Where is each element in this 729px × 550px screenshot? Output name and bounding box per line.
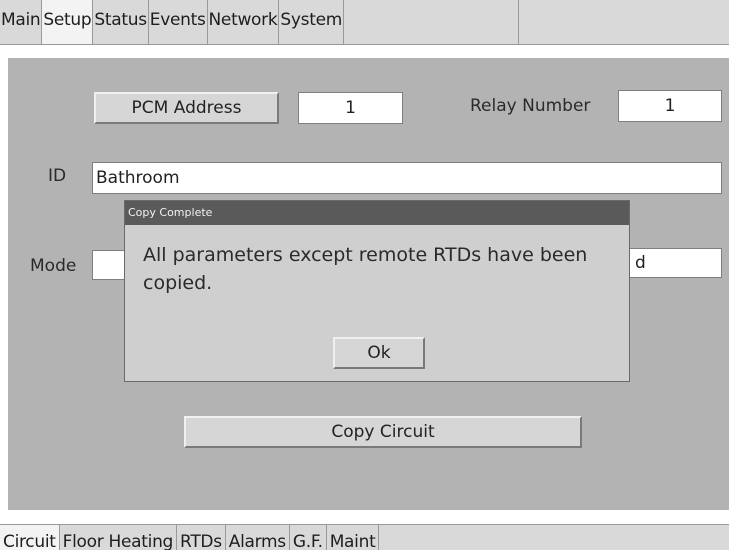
- tab-events[interactable]: Events: [148, 0, 208, 44]
- tab-system[interactable]: System: [279, 0, 344, 44]
- tab-circuit[interactable]: Circuit: [0, 525, 60, 550]
- mode-value-field[interactable]: d: [628, 248, 722, 278]
- relay-number-label: Relay Number: [470, 96, 591, 116]
- top-tab-bar: Main Setup Status Events Network System: [0, 0, 729, 45]
- copy-complete-dialog: Copy Complete All parameters except remo…: [124, 200, 630, 382]
- tab-main[interactable]: Main: [0, 0, 43, 44]
- tab-floor-heating[interactable]: Floor Heating: [60, 525, 178, 550]
- ok-button[interactable]: Ok: [333, 337, 425, 369]
- dialog-title: Copy Complete: [125, 201, 629, 225]
- tab-gf[interactable]: G.F.: [290, 525, 327, 550]
- dialog-message: All parameters except remote RTDs have b…: [143, 244, 588, 294]
- pcm-address-button[interactable]: PCM Address: [94, 92, 279, 124]
- tab-status[interactable]: Status: [93, 0, 149, 44]
- pcm-address-field[interactable]: 1: [298, 92, 403, 124]
- bottom-tab-bar: Circuit Floor Heating RTDs Alarms G.F. M…: [0, 524, 729, 550]
- mode-label: Mode: [30, 256, 77, 276]
- tab-network[interactable]: Network: [207, 0, 280, 44]
- id-label: ID: [48, 166, 67, 186]
- tab-alarms[interactable]: Alarms: [226, 525, 290, 550]
- controller-screen: Main Setup Status Events Network System …: [0, 0, 729, 550]
- tab-setup[interactable]: Setup: [42, 0, 94, 44]
- tab-rtds[interactable]: RTDs: [177, 525, 226, 550]
- relay-number-field[interactable]: 1: [618, 90, 722, 122]
- id-field[interactable]: Bathroom: [92, 162, 722, 194]
- tab-bar-spacer: [344, 0, 519, 44]
- tab-maint[interactable]: Maint: [327, 525, 380, 550]
- tab-bar-spacer-end: [519, 0, 729, 44]
- copy-circuit-button[interactable]: Copy Circuit: [184, 416, 582, 448]
